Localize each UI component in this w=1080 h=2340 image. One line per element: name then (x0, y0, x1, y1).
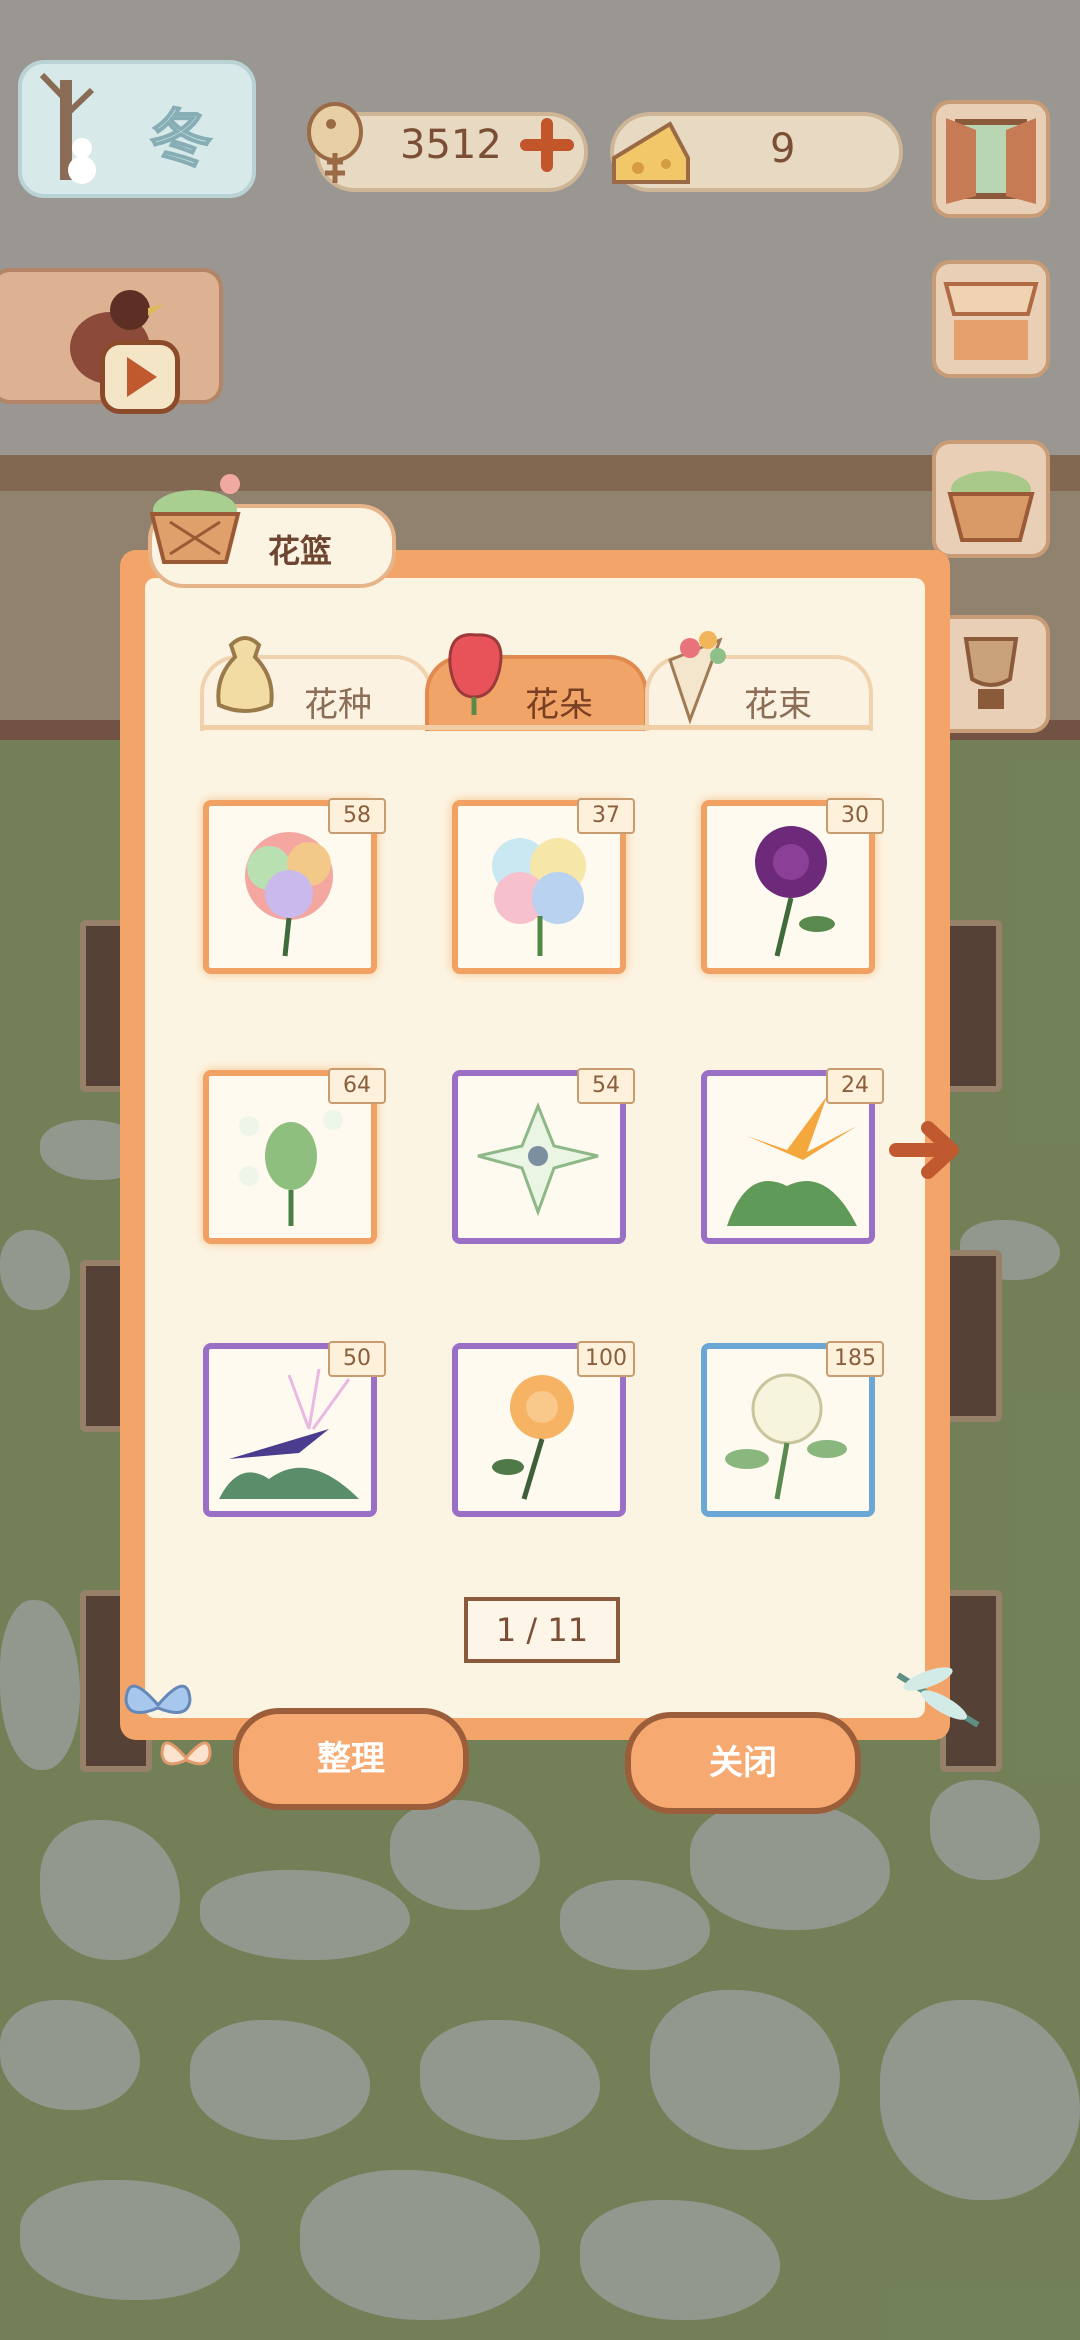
shop-stall-icon (943, 282, 1039, 360)
shop-stall-button[interactable] (932, 260, 1050, 378)
count-badge: 37 (577, 798, 635, 834)
tab-label: 花种 (304, 685, 372, 725)
count-badge: 58 (328, 798, 386, 834)
cheese-value: 9 (770, 126, 796, 172)
count-badge: 54 (577, 1068, 635, 1104)
page-indicator: 1 / 11 (464, 1597, 620, 1663)
trophy-icon (963, 637, 1019, 709)
basket-icon (947, 471, 1035, 542)
sort-button[interactable]: 整理 (233, 1708, 469, 1810)
seed-bag-icon (216, 636, 274, 713)
add-coins-icon[interactable] (520, 118, 574, 172)
snowy-tree-icon (39, 72, 96, 184)
tab-label: 花朵 (525, 685, 593, 725)
butterfly-icon (160, 1741, 212, 1766)
count-badge: 100 (577, 1341, 635, 1377)
window-view-button[interactable] (932, 100, 1050, 218)
dialog-title: 花篮 (268, 532, 333, 570)
coin-value: 3512 (400, 122, 502, 168)
next-page-arrow-icon[interactable] (888, 1110, 968, 1190)
window-icon (946, 118, 1036, 204)
tab-underline (200, 725, 870, 730)
rose-tab-icon (448, 633, 503, 715)
count-badge: 64 (328, 1068, 386, 1104)
close-button[interactable]: 关闭 (625, 1712, 861, 1814)
basket-title-icon (149, 474, 241, 564)
count-badge: 185 (826, 1341, 884, 1377)
flower-basket-button[interactable] (932, 440, 1050, 558)
count-badge: 50 (328, 1341, 386, 1377)
fishbone-icon (307, 102, 363, 183)
play-icon (127, 357, 157, 397)
bouquet-icon (668, 631, 726, 725)
count-badge: 24 (826, 1068, 884, 1104)
season-label: 冬 (149, 101, 213, 176)
dragonfly-icon (896, 1667, 980, 1728)
count-badge: 30 (826, 798, 884, 834)
cheese-icon (612, 121, 690, 184)
play-video-button[interactable] (100, 340, 180, 414)
tab-label: 花束 (744, 685, 812, 725)
